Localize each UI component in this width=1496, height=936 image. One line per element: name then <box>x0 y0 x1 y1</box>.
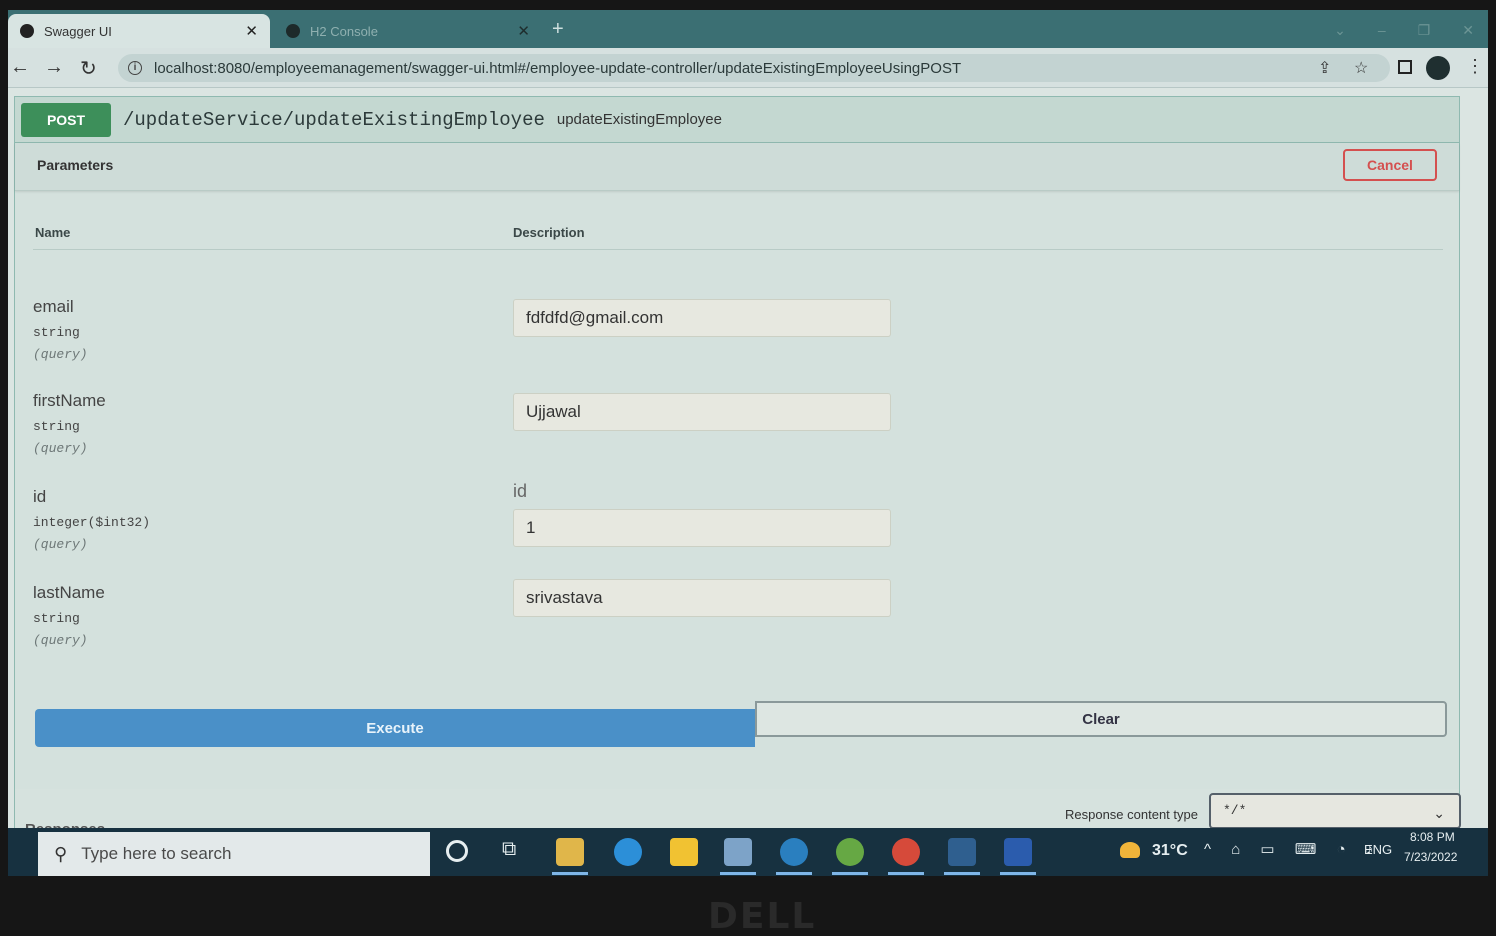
url-text[interactable]: localhost:8080/employeemanagement/swagge… <box>154 60 961 77</box>
weather-icon[interactable] <box>1120 842 1140 858</box>
screen: Swagger UI ✕ H2 Console ✕ + ⌄ – ❐ ✕ ← → … <box>8 10 1488 876</box>
tab-h2-console[interactable]: H2 Console ✕ <box>274 14 542 48</box>
clear-button[interactable]: Clear <box>755 701 1447 737</box>
file-explorer-icon[interactable] <box>556 838 584 866</box>
close-icon[interactable]: ✕ <box>517 22 530 40</box>
new-tab-icon[interactable]: + <box>552 18 564 41</box>
forward-arrow-icon[interactable]: → <box>44 56 64 79</box>
active-app-indicator <box>1000 872 1036 875</box>
param-location: (query) <box>33 347 88 362</box>
swagger-favicon-icon <box>20 24 34 38</box>
parameters-title: Parameters <box>37 157 114 173</box>
param-name: email <box>33 297 74 316</box>
execute-wrapper: Execute Clear <box>35 701 1449 747</box>
cortana-icon[interactable] <box>446 840 468 862</box>
bookmark-star-icon[interactable]: ☆ <box>1354 58 1368 78</box>
share-icon[interactable]: ⇪ <box>1318 58 1331 78</box>
app-icon[interactable] <box>948 838 976 866</box>
param-name: lastName <box>33 583 105 602</box>
param-location: (query) <box>33 537 88 552</box>
globe-favicon-icon <box>286 24 300 38</box>
operation-header[interactable]: POST /updateService/updateExistingEmploy… <box>15 97 1459 143</box>
active-app-indicator <box>944 872 980 875</box>
tab-title: Swagger UI <box>44 23 112 39</box>
parameters-header: Parameters Cancel <box>15 143 1459 191</box>
window-controls: ⌄ – ❐ ✕ <box>1334 22 1474 39</box>
minimize-icon[interactable]: – <box>1378 22 1386 39</box>
store-icon[interactable] <box>670 838 698 866</box>
system-tray-icons[interactable]: ^ ⌂ ▭ ⌨ ◔ ♪ <box>1204 840 1381 858</box>
param-type: integer($int32) <box>33 515 151 530</box>
side-panel-icon[interactable] <box>1398 60 1412 74</box>
column-header-description: Description <box>513 225 585 240</box>
param-input-label: id <box>513 481 528 501</box>
chevron-down-icon: ⌄ <box>1433 805 1445 821</box>
execute-button[interactable]: Execute <box>35 709 755 747</box>
app-icon[interactable] <box>724 838 752 866</box>
firstname-input[interactable] <box>513 393 891 431</box>
response-content-type-select[interactable]: */* ⌄ <box>1209 793 1461 829</box>
reload-icon[interactable]: ↻ <box>80 56 97 81</box>
task-view-icon[interactable]: ⧉ <box>502 838 516 861</box>
active-app-indicator <box>832 872 868 875</box>
cancel-button[interactable]: Cancel <box>1343 149 1437 181</box>
param-location: (query) <box>33 633 88 648</box>
active-app-indicator <box>552 872 588 875</box>
language-indicator[interactable]: ENG <box>1364 842 1392 857</box>
operation-block: POST /updateService/updateExistingEmploy… <box>14 96 1461 849</box>
info-icon[interactable]: i <box>128 61 142 75</box>
maximize-icon[interactable]: ❐ <box>1418 22 1431 39</box>
param-type: string <box>33 419 80 434</box>
browser-tab-strip: Swagger UI ✕ H2 Console ✕ + ⌄ – ❐ ✕ <box>8 10 1488 48</box>
param-type: string <box>33 325 80 340</box>
chrome-icon[interactable] <box>892 838 920 866</box>
chevron-down-icon[interactable]: ⌄ <box>1334 22 1346 39</box>
response-content-type-label: Response content type <box>1065 807 1198 822</box>
param-name: id <box>33 487 47 506</box>
search-icon: ⚲ <box>54 843 68 864</box>
active-app-indicator <box>720 872 756 875</box>
swagger-page: POST /updateService/updateExistingEmploy… <box>8 88 1488 849</box>
browser-toolbar: ← → ↻ i localhost:8080/employeemanagemen… <box>8 48 1488 88</box>
taskbar-search-box[interactable]: ⚲ Type here to search <box>38 832 430 876</box>
active-app-indicator <box>888 872 924 875</box>
divider <box>33 249 1443 250</box>
clock-date[interactable]: 7/23/2022 <box>1404 850 1457 864</box>
tab-title: H2 Console <box>310 23 378 39</box>
column-header-name: Name <box>35 225 71 240</box>
close-window-icon[interactable]: ✕ <box>1462 22 1474 39</box>
http-method-badge: POST <box>21 102 111 137</box>
param-name: firstName <box>33 391 106 410</box>
edge-browser-icon[interactable] <box>614 838 642 866</box>
operation-summary: updateExistingEmployee <box>556 111 722 128</box>
close-icon[interactable]: ✕ <box>245 22 258 40</box>
tab-swagger-ui[interactable]: Swagger UI ✕ <box>8 14 270 48</box>
active-app-indicator <box>776 872 812 875</box>
search-placeholder: Type here to search <box>81 844 232 863</box>
profile-avatar[interactable] <box>1426 56 1450 80</box>
address-bar[interactable]: i localhost:8080/employeemanagement/swag… <box>118 54 1390 82</box>
temperature[interactable]: 31°C <box>1152 842 1188 860</box>
selected-content-type: */* <box>1223 803 1247 818</box>
clock-time[interactable]: 8:08 PM <box>1410 830 1455 844</box>
param-location: (query) <box>33 441 88 456</box>
id-input[interactable] <box>513 509 891 547</box>
word-icon[interactable] <box>1004 838 1032 866</box>
windows-taskbar: ⚲ Type here to search ⧉ 31°C ^ ⌂ ▭ ⌨ ◔ ♪… <box>8 828 1488 876</box>
param-type: string <box>33 611 80 626</box>
app-icon[interactable] <box>780 838 808 866</box>
kebab-menu-icon[interactable]: ⋮ <box>1466 56 1484 77</box>
lastname-input[interactable] <box>513 579 891 617</box>
app-icon[interactable] <box>836 838 864 866</box>
operation-path: /updateService/updateExistingEmployee <box>123 108 545 131</box>
monitor-brand-logo: DELL <box>708 896 817 936</box>
email-input[interactable] <box>513 299 891 337</box>
back-arrow-icon[interactable]: ← <box>10 56 30 79</box>
